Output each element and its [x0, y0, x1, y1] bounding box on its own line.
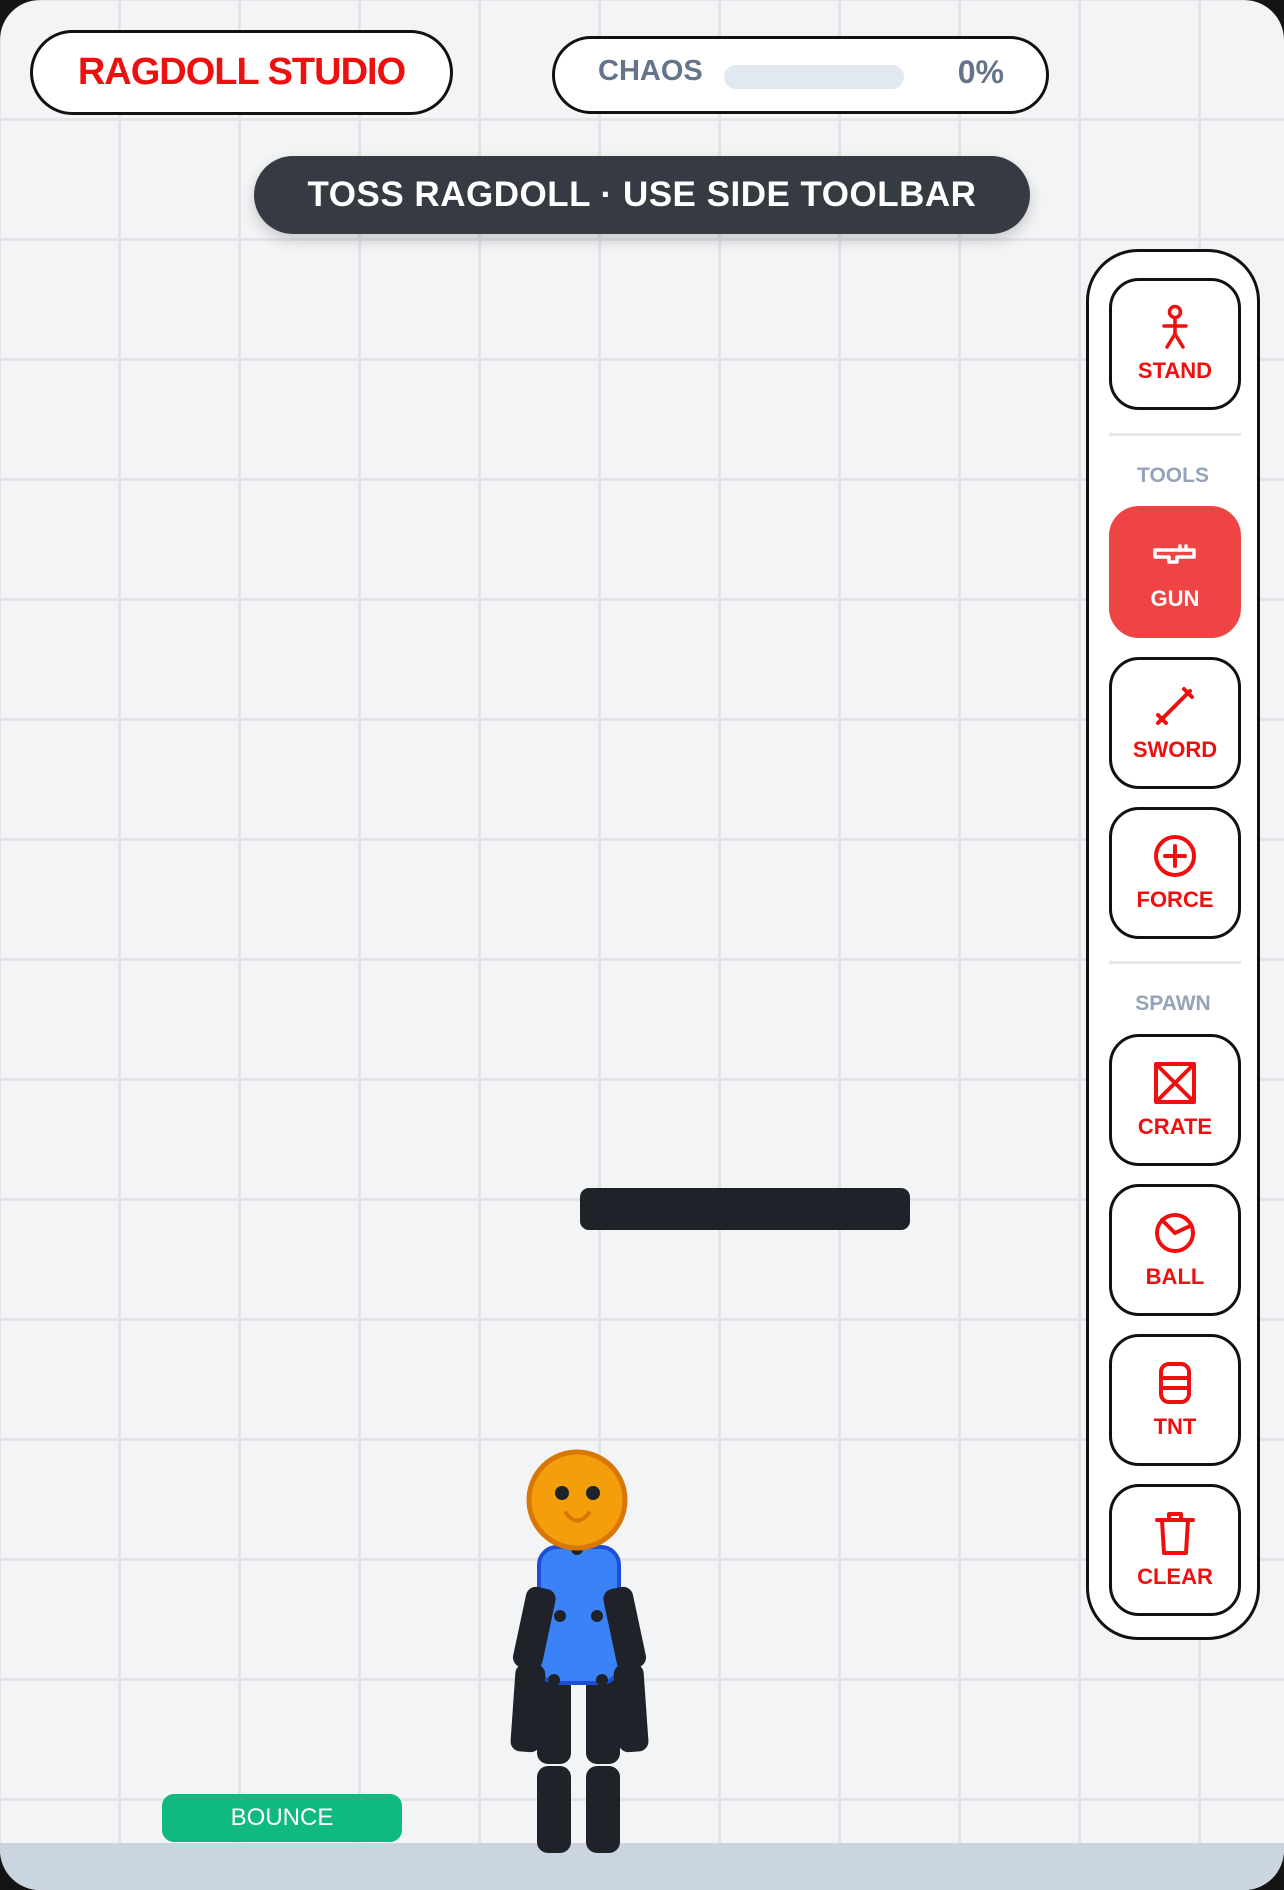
- ragdoll-left-forearm: [510, 1663, 546, 1753]
- chaos-value: 0%: [957, 54, 1004, 90]
- stand-button[interactable]: STAND: [1109, 278, 1241, 410]
- ragdoll-joint: [554, 1610, 566, 1622]
- tnt-spawn-label: TNT: [1153, 1414, 1197, 1439]
- chaos-label: CHAOS: [598, 55, 703, 87]
- ragdoll-joint: [535, 1599, 547, 1611]
- tnt-spawn-button[interactable]: TNT: [1109, 1334, 1241, 1466]
- platform[interactable]: [580, 1188, 910, 1230]
- ragdoll-left-shin: [537, 1766, 571, 1853]
- ragdoll-right-shin: [586, 1766, 620, 1853]
- crate-icon: [1154, 1062, 1196, 1104]
- plus-circle-icon: [1154, 835, 1196, 877]
- ragdoll-joint: [591, 1610, 603, 1622]
- gun-tool-button[interactable]: GUN: [1109, 506, 1241, 638]
- game-canvas[interactable]: RAGDOLL STUDIO CHAOS 0% TOSS RAGDOLL · U…: [0, 0, 1284, 1890]
- trash-icon: [1155, 1512, 1195, 1555]
- ragdoll-joint: [548, 1674, 560, 1686]
- sword-tool-button[interactable]: SWORD: [1109, 657, 1241, 789]
- stand-button-label: STAND: [1137, 358, 1213, 383]
- crate-spawn-button[interactable]: CRATE: [1109, 1034, 1241, 1166]
- chaos-meter: CHAOS 0%: [552, 36, 1049, 114]
- force-tool-button[interactable]: FORCE: [1109, 807, 1241, 939]
- hint-banner: TOSS RAGDOLL · USE SIDE TOOLBAR: [254, 156, 1030, 234]
- ball-icon: [1155, 1213, 1195, 1253]
- ragdoll-joint: [596, 1674, 608, 1686]
- ragdoll-joint: [608, 1599, 620, 1611]
- ragdoll-right-eye: [586, 1486, 600, 1500]
- toolbar-divider: [1109, 433, 1241, 436]
- hint-text: TOSS RAGDOLL · USE SIDE TOOLBAR: [307, 175, 977, 214]
- crate-spawn-label: CRATE: [1137, 1114, 1213, 1139]
- toolbar-divider: [1109, 961, 1241, 964]
- clear-button-label: CLEAR: [1137, 1564, 1213, 1589]
- bounce-pad[interactable]: BOUNCE: [162, 1794, 402, 1842]
- tools-section-label: TOOLS: [1137, 464, 1209, 487]
- app-title: RAGDOLL STUDIO: [77, 51, 406, 93]
- sword-tool-label: SWORD: [1132, 737, 1218, 762]
- app-title-badge: RAGDOLL STUDIO: [30, 30, 453, 115]
- ball-spawn-label: BALL: [1145, 1264, 1205, 1289]
- ball-spawn-button[interactable]: BALL: [1109, 1184, 1241, 1316]
- chaos-bar: [724, 65, 904, 89]
- stickman-icon: [1162, 304, 1188, 349]
- bounce-pad-label: BOUNCE: [230, 1804, 334, 1831]
- ragdoll-head: [526, 1449, 628, 1551]
- ragdoll-left-eye: [555, 1486, 569, 1500]
- clear-button[interactable]: CLEAR: [1109, 1484, 1241, 1616]
- ragdoll-right-forearm: [613, 1663, 649, 1753]
- side-toolbar: STAND TOOLS GUN SWORD FORCE SPAWN CRATE …: [1086, 249, 1260, 1640]
- gun-icon: [1153, 544, 1196, 564]
- spawn-section-label: SPAWN: [1135, 992, 1211, 1015]
- ragdoll[interactable]: [505, 1448, 655, 1853]
- force-tool-label: FORCE: [1136, 887, 1214, 912]
- sword-icon: [1156, 687, 1194, 725]
- tnt-barrel-icon: [1159, 1362, 1191, 1404]
- gun-tool-label: GUN: [1150, 586, 1200, 611]
